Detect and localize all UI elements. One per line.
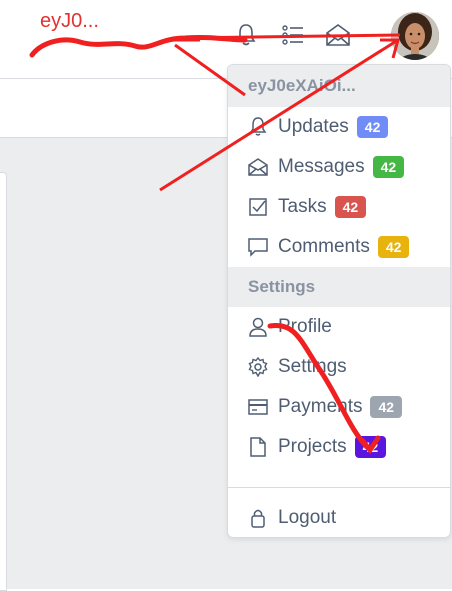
content-card [0, 172, 7, 591]
header-title: eyJ0... [40, 10, 99, 32]
envelope-open-icon [248, 157, 268, 177]
projects-count-badge: 42 [354, 436, 387, 458]
file-icon [248, 437, 268, 457]
menu-item-label: Settings [278, 356, 347, 377]
envelope-open-icon[interactable] [323, 20, 353, 50]
gear-icon [248, 357, 268, 377]
menu-item-payments[interactable]: Payments 42 [228, 387, 450, 427]
messages-count-badge: 42 [372, 156, 405, 178]
credit-card-icon [248, 397, 268, 417]
list-icon[interactable] [278, 20, 308, 50]
comment-icon [248, 237, 268, 257]
avatar[interactable] [391, 12, 439, 60]
menu-item-label: Tasks [278, 196, 327, 217]
menu-item-label: Profile [278, 316, 332, 337]
bell-icon[interactable] [231, 20, 261, 50]
menu-item-label: Projects [278, 436, 347, 457]
menu-item-label: Messages [278, 156, 365, 177]
menu-item-label: Updates [278, 116, 349, 137]
menu-item-tasks[interactable]: Tasks 42 [228, 187, 450, 227]
payments-count-badge: 42 [370, 396, 403, 418]
menu-item-updates[interactable]: Updates 42 [228, 107, 450, 147]
updates-count-badge: 42 [356, 116, 389, 138]
task-icon [248, 197, 268, 217]
account-header: eyJ0eXAiOi... [228, 65, 450, 107]
menu-item-comments[interactable]: Comments 42 [228, 227, 450, 267]
tasks-count-badge: 42 [334, 196, 367, 218]
account-dropdown: eyJ0eXAiOi... Updates 42 Messages 42 Tas… [227, 64, 451, 538]
menu-item-label: Logout [278, 507, 337, 528]
user-icon [248, 317, 268, 337]
menu-item-label: Payments [278, 396, 363, 417]
menu-item-label: Comments [278, 236, 370, 257]
menu-item-profile[interactable]: Profile [228, 307, 450, 347]
lock-icon [248, 508, 268, 528]
menu-divider [228, 487, 450, 488]
menu-item-logout[interactable]: Logout [228, 498, 450, 537]
menu-item-settings[interactable]: Settings [228, 347, 450, 387]
menu-item-projects[interactable]: Projects 42 [228, 427, 450, 467]
comments-count-badge: 42 [377, 236, 410, 258]
bell-icon [248, 117, 268, 137]
settings-header: Settings [228, 267, 450, 307]
menu-item-messages[interactable]: Messages 42 [228, 147, 450, 187]
